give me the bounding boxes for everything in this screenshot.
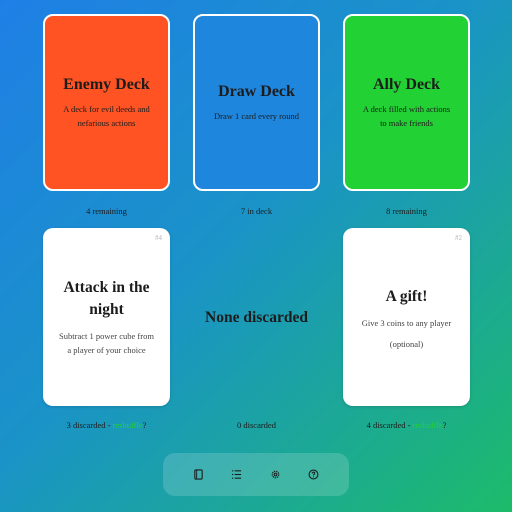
- bottom-toolbar: [163, 453, 349, 496]
- help-button[interactable]: [304, 465, 324, 485]
- ally-discard-card[interactable]: #2 A gift! Give 3 coins to any player (o…: [343, 228, 470, 406]
- enemy-discard-caption: 3 discarded - reshuffle?: [43, 420, 170, 430]
- enemy-deck-count: 4 remaining: [86, 206, 127, 216]
- draw-deck[interactable]: Draw Deck Draw 1 card every round: [193, 14, 320, 191]
- card-number: #2: [455, 234, 462, 242]
- list-icon: [232, 470, 242, 479]
- reshuffle-link[interactable]: reshuffle: [113, 420, 143, 430]
- book-icon: [194, 469, 203, 480]
- empty-pile-label: None discarded: [205, 308, 308, 326]
- list-button[interactable]: [227, 465, 247, 485]
- card-extra: (optional): [389, 338, 424, 349]
- enemy-deck-title: Enemy Deck: [63, 75, 150, 93]
- caption-suffix: ?: [142, 420, 147, 430]
- enemy-deck[interactable]: Enemy Deck A deck for evil deeds and nef…: [43, 14, 170, 191]
- card-description: Give 3 coins to any player: [361, 317, 452, 328]
- draw-deck-count: 7 in deck: [240, 206, 273, 216]
- card-description: Subtract 1 power cube from a player of y…: [59, 331, 154, 355]
- draw-deck-title: Draw Deck: [218, 82, 295, 100]
- card-number: #4: [155, 234, 162, 242]
- card-title: Attack in the night: [63, 279, 150, 318]
- card-title: A gift!: [385, 287, 428, 305]
- draw-discard-caption: 0 discarded: [237, 420, 276, 430]
- ally-discard-caption: 4 discarded - reshuffle?: [343, 420, 470, 430]
- discard-count: 4 discarded -: [366, 420, 413, 430]
- draw-discard-pile: None discarded: [193, 228, 320, 406]
- gear-icon: [271, 470, 280, 479]
- ally-deck-count: 8 remaining: [386, 206, 427, 216]
- ally-deck[interactable]: Ally Deck A deck filled with actions to …: [343, 14, 470, 191]
- enemy-discard-card[interactable]: #4 Attack in the night Subtract 1 power …: [43, 228, 170, 406]
- reshuffle-link[interactable]: reshuffle: [413, 420, 443, 430]
- book-button[interactable]: [188, 465, 208, 485]
- draw-deck-description: Draw 1 card every round: [214, 110, 299, 121]
- caption-suffix: ?: [442, 420, 447, 430]
- enemy-deck-description: A deck for evil deeds and nefarious acti…: [63, 103, 150, 128]
- discard-count: 3 discarded -: [66, 420, 113, 430]
- settings-button[interactable]: [265, 465, 285, 485]
- ally-deck-title: Ally Deck: [372, 75, 441, 93]
- ally-deck-description: A deck filled with actions to make frien…: [362, 103, 451, 128]
- help-icon: [308, 469, 319, 480]
